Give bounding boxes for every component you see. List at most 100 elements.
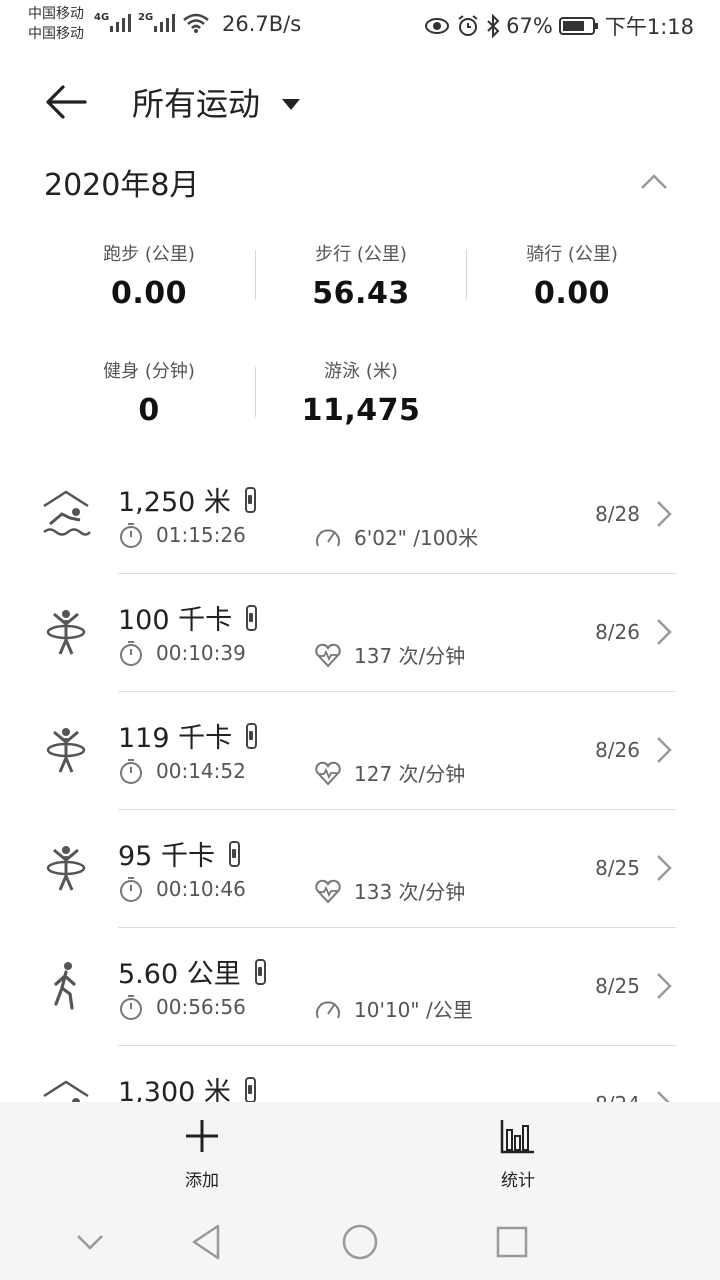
summary-cycling-label: 骑行 (公里) bbox=[526, 244, 618, 265]
month-label: 2020年8月 bbox=[44, 168, 200, 203]
activity-duration: 00:10:39 bbox=[118, 640, 246, 666]
activity-row[interactable]: 1,250 米 01:15:26 6'02" /100米 8/28 bbox=[0, 456, 720, 574]
back-button[interactable] bbox=[38, 76, 94, 128]
bottom-toolbar: 添加 统计 bbox=[0, 1102, 720, 1200]
chevron-right-icon bbox=[657, 737, 672, 763]
wifi-icon bbox=[183, 13, 209, 33]
summary-cycling: 骑行 (公里) 0.00 bbox=[466, 240, 678, 311]
activity-duration: 00:10:46 bbox=[118, 876, 246, 902]
status-right: 67% 下午1:18 bbox=[424, 11, 694, 41]
activity-date: 8/25 bbox=[595, 856, 640, 880]
swimming-icon bbox=[40, 1074, 92, 1102]
summary-swimming-label: 游泳 (米) bbox=[324, 361, 398, 382]
summary-walking-label: 步行 (公里) bbox=[315, 244, 407, 265]
band-device-icon bbox=[244, 486, 256, 513]
activity-duration: 00:14:52 bbox=[118, 758, 246, 784]
collapse-button[interactable] bbox=[632, 164, 676, 200]
network-speed: 26.7B/s bbox=[222, 12, 302, 36]
activity-duration-text: 00:10:46 bbox=[156, 877, 246, 901]
battery-percent: 67% bbox=[506, 14, 553, 38]
back-nav-icon[interactable] bbox=[186, 1222, 226, 1262]
alarm-icon bbox=[458, 15, 478, 36]
activity-date: 8/26 bbox=[595, 620, 640, 644]
heart-rate-icon bbox=[315, 761, 341, 785]
summary-swimming: 游泳 (米) 11,475 bbox=[255, 357, 467, 428]
pace-gauge-icon bbox=[316, 528, 340, 546]
recents-nav-icon[interactable] bbox=[492, 1222, 532, 1262]
activity-row[interactable]: 1,300 米 8/24 bbox=[0, 1046, 720, 1102]
summary-fitness-value: 0 bbox=[138, 393, 160, 428]
status-bar: 中国移动 中国移动 4G 2G 26.7B/s 67% 下午1:18 bbox=[0, 0, 720, 50]
activity-row[interactable]: 95 千卡 00:10:46 133 次/分钟 8/25 bbox=[0, 810, 720, 928]
activity-metric-text: 10'10" /公里 bbox=[354, 998, 473, 1022]
hide-nav-chevron-icon[interactable] bbox=[70, 1222, 110, 1262]
chevron-right-icon bbox=[657, 855, 672, 881]
bluetooth-icon bbox=[487, 14, 500, 38]
activity-duration: 00:56:56 bbox=[118, 994, 246, 1020]
activity-date: 8/25 bbox=[595, 974, 640, 998]
network-type-1: 4G bbox=[94, 12, 110, 23]
activity-metric: 133 次/分钟 bbox=[314, 876, 465, 905]
plus-icon bbox=[186, 1120, 218, 1152]
carrier-1: 中国移动 bbox=[28, 6, 84, 22]
activity-main-text: 1,300 米 bbox=[118, 1077, 231, 1102]
activity-date: 8/24 bbox=[595, 1092, 640, 1102]
activity-list: 1,250 米 01:15:26 6'02" /100米 8/28 100 千卡… bbox=[0, 456, 720, 1102]
chevron-right-icon bbox=[657, 619, 672, 645]
stats-label: 统计 bbox=[501, 1171, 535, 1191]
heart-rate-icon bbox=[315, 879, 341, 903]
chevron-up-icon bbox=[641, 174, 667, 189]
activity-main-value: 95 千卡 bbox=[118, 834, 240, 873]
band-device-icon bbox=[246, 722, 258, 749]
activity-type-dropdown[interactable]: 所有运动 bbox=[132, 78, 301, 126]
heart-rate-icon bbox=[315, 643, 341, 667]
band-device-icon bbox=[254, 958, 266, 985]
activity-main-text: 5.60 公里 bbox=[118, 959, 241, 990]
band-device-icon bbox=[228, 840, 240, 867]
stopwatch-icon bbox=[120, 877, 142, 902]
summary-running: 跑步 (公里) 0.00 bbox=[43, 240, 255, 311]
band-device-icon bbox=[244, 1076, 256, 1102]
stopwatch-icon bbox=[120, 523, 142, 548]
activity-date: 8/28 bbox=[595, 502, 640, 526]
activity-main-value: 1,250 米 bbox=[118, 480, 256, 519]
back-arrow-icon bbox=[46, 85, 87, 119]
home-nav-icon[interactable] bbox=[340, 1222, 380, 1262]
activity-metric-text: 6'02" /100米 bbox=[354, 526, 479, 550]
activity-duration: 01:15:26 bbox=[118, 522, 246, 548]
carrier-2: 中国移动 bbox=[28, 26, 84, 42]
fitness-icon bbox=[40, 838, 92, 896]
activity-metric: 6'02" /100米 bbox=[314, 522, 478, 551]
activity-date: 8/26 bbox=[595, 738, 640, 762]
activity-main-value: 5.60 公里 bbox=[118, 952, 266, 991]
fitness-icon bbox=[40, 602, 92, 660]
activity-main-text: 1,250 米 bbox=[118, 487, 231, 518]
page-title: 所有运动 bbox=[132, 85, 261, 123]
activity-metric-text: 127 次/分钟 bbox=[354, 762, 466, 786]
stopwatch-icon bbox=[120, 641, 142, 666]
system-nav-bar bbox=[0, 1200, 720, 1280]
activity-row[interactable]: 119 千卡 00:14:52 127 次/分钟 8/26 bbox=[0, 692, 720, 810]
activity-metric-text: 133 次/分钟 bbox=[354, 880, 466, 904]
stats-button[interactable]: 统计 bbox=[458, 1116, 578, 1194]
activity-main-text: 95 千卡 bbox=[118, 841, 215, 872]
summary-running-label: 跑步 (公里) bbox=[103, 244, 195, 265]
walking-icon bbox=[40, 956, 92, 1014]
swimming-icon bbox=[40, 484, 92, 542]
activity-row[interactable]: 100 千卡 00:10:39 137 次/分钟 8/26 bbox=[0, 574, 720, 692]
header: 所有运动 bbox=[0, 60, 720, 144]
summary-fitness-label: 健身 (分钟) bbox=[103, 361, 195, 382]
activity-row[interactable]: 5.60 公里 00:56:56 10'10" /公里 8/25 bbox=[0, 928, 720, 1046]
activity-duration-text: 00:14:52 bbox=[156, 759, 246, 783]
band-device-icon bbox=[246, 604, 258, 631]
stopwatch-icon bbox=[120, 995, 142, 1020]
signal-icon bbox=[110, 14, 131, 32]
summary-cycling-value: 0.00 bbox=[533, 276, 611, 311]
fitness-icon bbox=[40, 720, 92, 778]
eye-icon bbox=[425, 18, 450, 34]
activity-main-text: 100 千卡 bbox=[118, 605, 233, 636]
add-button[interactable]: 添加 bbox=[142, 1116, 262, 1194]
summary-swimming-value: 11,475 bbox=[301, 393, 421, 428]
caret-down-icon bbox=[282, 98, 301, 110]
activity-main-value: 1,300 米 bbox=[118, 1070, 256, 1102]
